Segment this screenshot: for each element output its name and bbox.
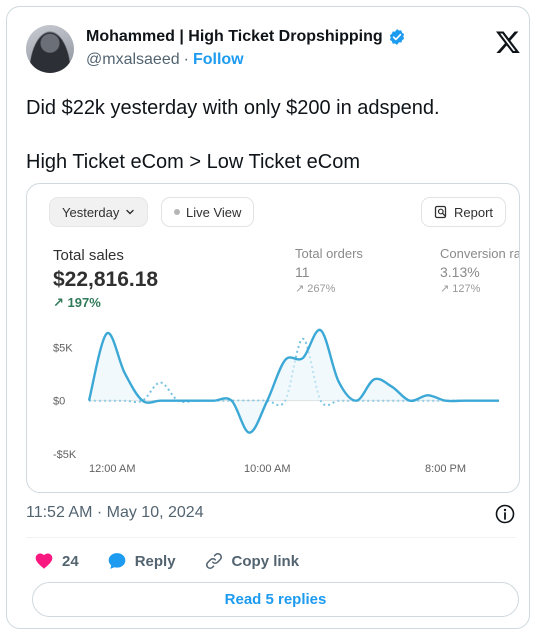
conversion-rate-value: 3.13% (440, 264, 480, 280)
follow-link[interactable]: Follow (193, 51, 244, 69)
conversion-rate-label: Conversion ra (440, 246, 520, 261)
y-tick-label: -$5K (53, 449, 77, 461)
report-label: Report (454, 204, 494, 220)
link-icon (205, 553, 222, 569)
total-orders-change: ↗ 267% (295, 283, 336, 295)
live-dot-icon (174, 209, 180, 215)
x-logo-icon[interactable] (495, 29, 521, 55)
live-view-button[interactable]: Live View (161, 197, 255, 227)
reply-button[interactable]: Reply (107, 551, 176, 571)
sales-series-area (89, 329, 499, 433)
x-tick-label: 12:00 AM (89, 463, 135, 475)
y-tick-label: $5K (53, 342, 73, 354)
handle-separator: · (183, 51, 189, 68)
report-icon (434, 205, 447, 219)
author-handle-row: @mxalsaeed · Follow (86, 51, 244, 69)
like-count: 24 (62, 552, 79, 570)
tweet-card: Mohammed | High Ticket Dropshipping @mxa… (6, 6, 530, 629)
report-button[interactable]: Report (421, 197, 507, 227)
tweet-text: Did $22k yesterday with only $200 in ads… (26, 95, 516, 176)
dashboard-screenshot[interactable]: Yesterday Live View Report Total sales $… (26, 183, 520, 493)
like-button[interactable]: 24 (34, 551, 79, 571)
tweet-line-2: High Ticket eCom > Low Ticket eCom (26, 151, 361, 173)
divider (26, 537, 516, 538)
read-replies-button[interactable]: Read 5 replies (32, 582, 519, 617)
conversion-rate-change: ↗ 127% (440, 283, 481, 295)
tweet-timestamp[interactable]: 11:52 AM · May 10, 2024 (26, 504, 204, 522)
chevron-down-icon (126, 209, 135, 215)
date-range-selector[interactable]: Yesterday (49, 197, 149, 227)
live-view-label: Live View (186, 204, 242, 220)
action-bar: 24 Reply Copy link (34, 550, 327, 572)
copy-link-label: Copy link (231, 552, 300, 570)
author-name-row: Mohammed | High Ticket Dropshipping (86, 28, 406, 46)
total-sales-value: $22,816.18 (53, 268, 159, 291)
tweet-line-1: Did $22k yesterday with only $200 in ads… (26, 97, 440, 119)
date-range-label: Yesterday (62, 204, 120, 220)
x-tick-label: 8:00 PM (425, 463, 466, 475)
x-tick-label: 10:00 AM (244, 463, 290, 475)
total-sales-label: Total sales (53, 247, 124, 264)
heart-icon (35, 553, 53, 569)
sales-line-chart: $5K $0 -$5K 12:00 AM 10:00 AM 8:00 PM (53, 328, 499, 475)
avatar[interactable] (26, 25, 74, 73)
y-tick-label: $0 (53, 396, 65, 408)
total-sales-change: ↗ 197% (53, 295, 101, 310)
reply-label: Reply (134, 552, 176, 570)
total-orders-label: Total orders (295, 246, 363, 261)
verified-badge-icon (389, 29, 404, 45)
reply-icon (108, 553, 126, 569)
total-orders-value: 11 (295, 264, 310, 280)
author-handle[interactable]: @mxalsaeed (86, 51, 180, 69)
copy-link-button[interactable]: Copy link (204, 551, 300, 571)
author-display-name[interactable]: Mohammed | High Ticket Dropshipping (86, 28, 383, 46)
info-icon[interactable] (495, 504, 515, 524)
